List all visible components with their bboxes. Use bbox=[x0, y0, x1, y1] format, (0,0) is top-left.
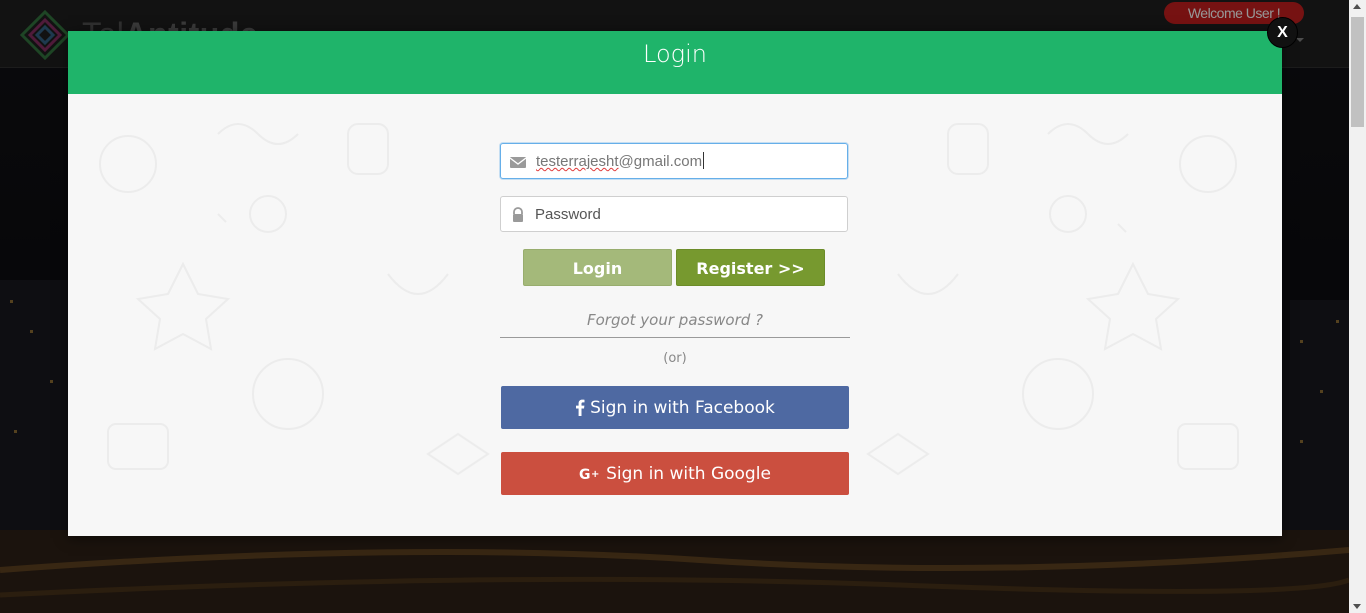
facebook-icon bbox=[575, 399, 585, 416]
register-button[interactable]: Register >> bbox=[676, 249, 825, 286]
lock-icon bbox=[513, 207, 523, 222]
facebook-signin-button[interactable]: Sign in with Facebook bbox=[501, 386, 849, 429]
google-signin-label: Sign in with Google bbox=[606, 463, 771, 484]
password-input[interactable] bbox=[535, 197, 835, 231]
password-field[interactable] bbox=[500, 196, 848, 232]
google-plus-icon: G + bbox=[579, 467, 601, 481]
close-button[interactable]: X bbox=[1267, 17, 1298, 48]
login-button[interactable]: Login bbox=[523, 249, 672, 286]
svg-text:+: + bbox=[591, 469, 599, 480]
email-field[interactable]: testerrajesht@gmail.com bbox=[500, 143, 848, 179]
scroll-thumb[interactable] bbox=[1351, 17, 1364, 127]
facebook-signin-label: Sign in with Facebook bbox=[590, 397, 775, 418]
page-scrollbar[interactable] bbox=[1349, 0, 1366, 613]
modal-title: Login bbox=[68, 31, 1282, 94]
email-value[interactable]: testerrajesht@gmail.com bbox=[536, 152, 705, 170]
divider bbox=[500, 337, 850, 338]
svg-text:G: G bbox=[579, 467, 591, 481]
forgot-password-link[interactable]: Forgot your password ? bbox=[500, 311, 850, 329]
google-signin-button[interactable]: G + Sign in with Google bbox=[501, 452, 849, 495]
scroll-down-icon[interactable] bbox=[1353, 604, 1361, 609]
or-separator: (or) bbox=[663, 351, 687, 366]
scroll-up-icon[interactable] bbox=[1353, 4, 1361, 9]
envelope-icon bbox=[509, 157, 527, 168]
